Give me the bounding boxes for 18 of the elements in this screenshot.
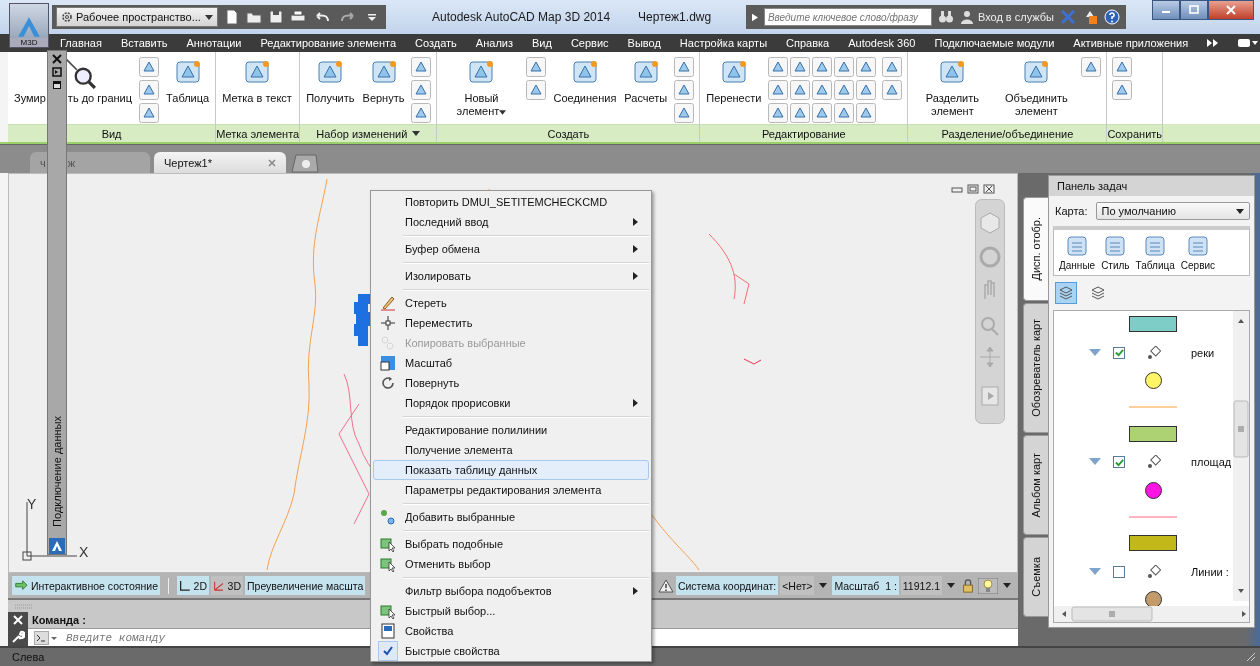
axis-label: Y <box>27 496 37 512</box>
pane-title: Панель задач <box>1049 176 1254 196</box>
app-label: M3D <box>10 38 48 47</box>
panel-title: Вид <box>8 124 216 142</box>
layout-status: Слева <box>12 651 45 663</box>
panel-title: Метка элемента <box>216 124 300 142</box>
palette-title: Подключение данных <box>51 416 63 527</box>
axis-label: X <box>79 544 89 560</box>
panel-title: Редактирование <box>700 124 908 142</box>
coordinate-system-label: Система координат: <box>675 576 779 595</box>
window-title: Autodesk AutoCAD Map 3D 2014 <box>432 10 611 24</box>
panel-title: Набор изменений <box>300 124 437 142</box>
panel-title: Сохранить <box>1107 124 1163 142</box>
panel-title: Создать <box>437 124 700 142</box>
map-label: Карта: <box>1055 205 1088 217</box>
file-name: Чертеж1.dwg <box>638 10 712 24</box>
scale-label: Масштаб 1 : <box>832 576 899 595</box>
panel-title: Разделение/объединение <box>908 124 1107 142</box>
